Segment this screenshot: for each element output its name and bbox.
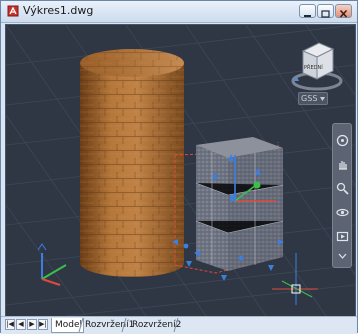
crosshair-cursor — [272, 253, 318, 305]
minimize-button[interactable] — [299, 4, 316, 18]
next-icon: ▶ — [29, 320, 35, 328]
restore-button[interactable] — [317, 4, 334, 18]
steering-wheel-icon[interactable] — [336, 134, 349, 147]
minimize-icon — [304, 15, 311, 17]
restore-icon — [321, 10, 330, 18]
prev-layout-button[interactable]: ◀ — [16, 319, 26, 330]
last-layout-button[interactable]: ▶| — [38, 319, 48, 330]
prev-icon: ◀ — [18, 320, 24, 328]
next-layout-button[interactable]: ▶ — [27, 319, 37, 330]
close-icon — [339, 9, 348, 18]
viewcube[interactable]: PŘEDNÍ — [289, 37, 349, 99]
tab-separator — [173, 318, 179, 332]
granite-box[interactable] — [195, 137, 284, 271]
first-icon: |◀ — [6, 320, 14, 328]
pan-icon[interactable] — [336, 158, 349, 171]
tab-separator — [121, 318, 127, 332]
zoom-icon[interactable] — [336, 182, 349, 195]
wcs-menu[interactable]: GSS — [298, 92, 328, 105]
window-title: Výkres1.dwg — [23, 4, 94, 17]
model-viewport[interactable]: PŘEDNÍ GSS — [5, 24, 356, 317]
wood-cylinder[interactable] — [80, 49, 184, 277]
chevron-down-icon — [319, 97, 325, 101]
tab-separator — [78, 318, 84, 332]
title-bar[interactable]: Výkres1.dwg — [1, 1, 357, 23]
last-icon: ▶| — [39, 320, 47, 328]
layout-tab-bar: |◀ ◀ ▶ ▶| Model Rozvržení1 Rozvržení2 — [1, 316, 357, 334]
first-layout-button[interactable]: |◀ — [5, 319, 15, 330]
close-button[interactable] — [335, 4, 352, 18]
viewcube-face-label: PŘEDNÍ — [304, 63, 323, 71]
drawing-window: Výkres1.dwg PŘEDNÍ GSS |◀ ◀ ▶ ▶| Model R… — [0, 0, 358, 334]
wcs-label: GSS — [301, 94, 318, 103]
autocad-drawing-icon — [7, 5, 19, 17]
chevron-down-icon[interactable] — [336, 252, 349, 260]
orbit-icon[interactable] — [336, 206, 349, 219]
showmotion-icon[interactable] — [336, 230, 349, 243]
navigation-bar — [332, 123, 352, 268]
ucs-icon — [37, 243, 67, 286]
